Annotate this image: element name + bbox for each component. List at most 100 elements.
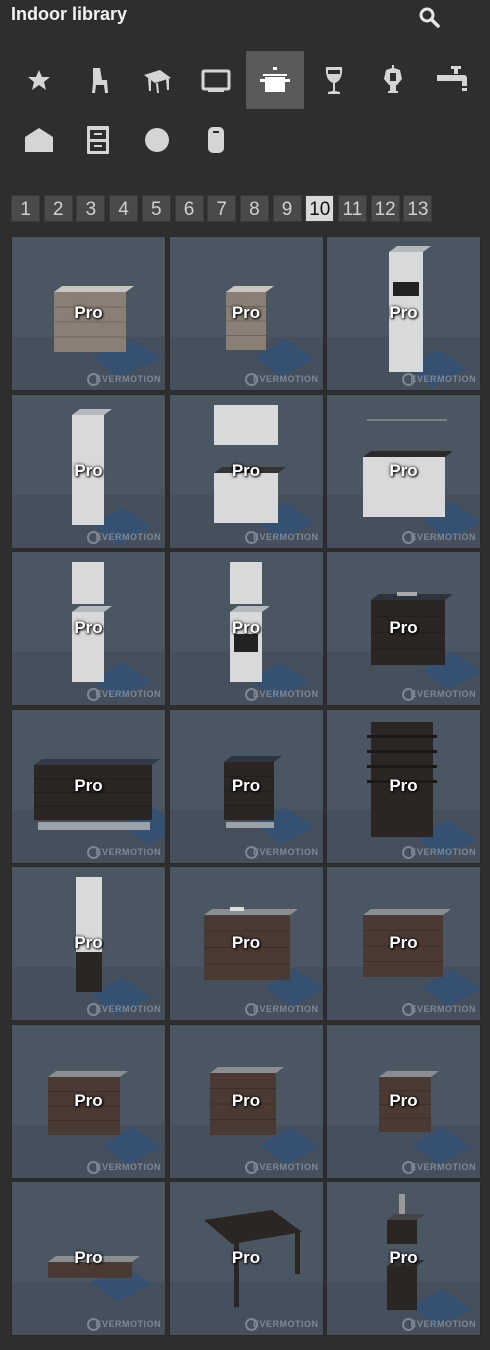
category-house[interactable]: [10, 111, 68, 169]
watermark: EVERMOTION: [410, 531, 476, 542]
page-button-4[interactable]: 4: [109, 195, 139, 222]
watermark: EVERMOTION: [95, 1004, 161, 1014]
watermark: EVERMOTION: [252, 531, 319, 542]
category-chair[interactable]: [69, 51, 127, 109]
pro-badge: Pro: [389, 303, 418, 322]
pro-badge: Pro: [231, 1090, 261, 1110]
pro-badge: Pro: [231, 618, 261, 637]
model-tile[interactable]: Pro EVERMOTION: [326, 551, 481, 706]
pro-badge: Pro: [74, 1248, 103, 1267]
watermark: EVERMOTION: [410, 689, 476, 699]
page-button-9[interactable]: 9: [272, 195, 302, 222]
page-button-1[interactable]: 1: [11, 195, 40, 222]
category-tv[interactable]: [187, 51, 245, 109]
model-tile[interactable]: Pro EVERMOTION: [168, 708, 324, 864]
watermark: EVERMOTION: [410, 1319, 476, 1329]
model-tile[interactable]: Pro EVERMOTION: [168, 866, 324, 1021]
tv-icon: [201, 69, 231, 92]
pro-badge: Pro: [231, 460, 261, 480]
watermark: EVERMOTION: [95, 689, 161, 699]
watermark: EVERMOTION: [95, 531, 161, 542]
watermark: EVERMOTION: [410, 1004, 476, 1014]
model-tile[interactable]: Pro EVERMOTION: [11, 551, 166, 706]
model-tile[interactable]: Pro EVERMOTION: [326, 1023, 481, 1179]
watermark: EVERMOTION: [252, 689, 319, 699]
watermark: EVERMOTION: [252, 1004, 319, 1014]
page-button-7[interactable]: 7: [207, 195, 237, 222]
lamp-icon: [384, 65, 402, 93]
watermark: EVERMOTION: [410, 374, 476, 384]
model-tile[interactable]: Pro EVERMOTION: [168, 1023, 324, 1179]
category-table[interactable]: [128, 51, 186, 109]
model-tile[interactable]: Pro EVERMOTION: [326, 236, 481, 391]
pro-badge: Pro: [231, 775, 261, 795]
model-tile[interactable]: Pro EVERMOTION: [326, 393, 481, 549]
watermark: EVERMOTION: [252, 374, 319, 384]
favorites-icon: [28, 70, 50, 90]
model-tile[interactable]: Pro EVERMOTION: [168, 1181, 324, 1336]
model-tile[interactable]: Pro EVERMOTION: [11, 708, 166, 864]
pro-badge: Pro: [74, 933, 103, 952]
watermark: EVERMOTION: [95, 374, 161, 384]
pro-badge: Pro: [389, 618, 418, 637]
cylinder-icon: [208, 127, 224, 153]
model-tile[interactable]: Pro EVERMOTION: [326, 708, 481, 864]
page-button-12[interactable]: 12: [370, 195, 400, 222]
watermark: EVERMOTION: [95, 1319, 161, 1329]
cabinet-icon: [87, 126, 109, 154]
category-faucet[interactable]: [423, 51, 481, 109]
model-tile[interactable]: Pro EVERMOTION: [168, 236, 324, 391]
watermark: EVERMOTION: [95, 1161, 161, 1172]
category-cabinet[interactable]: [69, 111, 127, 169]
pro-badge: Pro: [389, 460, 418, 480]
model-tile[interactable]: Pro EVERMOTION: [11, 1023, 166, 1179]
pro-badge: Pro: [389, 933, 418, 952]
page-button-3[interactable]: 3: [76, 195, 106, 222]
wine-glass-icon: [325, 67, 343, 94]
category-cooking-pot[interactable]: [246, 51, 304, 109]
watermark: EVERMOTION: [410, 846, 476, 857]
pro-badge: Pro: [231, 303, 261, 322]
page-button-10[interactable]: 10: [305, 195, 335, 222]
category-lamp[interactable]: [364, 51, 422, 109]
page-button-2[interactable]: 2: [43, 195, 73, 222]
faucet-icon: [437, 66, 467, 91]
model-tile[interactable]: Pro EVERMOTION: [168, 393, 324, 549]
model-tile[interactable]: Pro EVERMOTION: [168, 551, 324, 706]
model-tile[interactable]: Pro EVERMOTION: [326, 1181, 481, 1336]
model-tile[interactable]: Pro EVERMOTION: [11, 1181, 166, 1336]
page-button-8[interactable]: 8: [239, 195, 269, 222]
watermark: EVERMOTION: [410, 1161, 476, 1172]
pro-badge: Pro: [74, 460, 103, 480]
table-icon: [144, 70, 171, 93]
page-button-5[interactable]: 5: [141, 195, 171, 222]
pro-badge: Pro: [389, 1248, 418, 1267]
search-icon[interactable]: [418, 6, 442, 28]
pro-badge: Pro: [231, 933, 261, 952]
watermark: EVERMOTION: [252, 1319, 319, 1329]
category-circle[interactable]: [128, 111, 186, 169]
library-title: Indoor library: [11, 4, 128, 24]
pro-badge: Pro: [389, 775, 418, 795]
cooking-pot-icon: [260, 67, 290, 92]
pro-badge: Pro: [231, 1248, 261, 1267]
pro-badge: Pro: [74, 1090, 103, 1110]
watermark: EVERMOTION: [252, 846, 319, 857]
page-button-6[interactable]: 6: [174, 195, 204, 222]
category-wine-glass[interactable]: [305, 51, 363, 109]
circle-icon: [145, 128, 169, 152]
category-cylinder[interactable]: [187, 111, 245, 169]
model-tile[interactable]: Pro EVERMOTION: [11, 866, 166, 1021]
model-tile[interactable]: Pro EVERMOTION: [11, 393, 166, 549]
watermark: EVERMOTION: [95, 846, 161, 857]
model-tile[interactable]: Pro EVERMOTION: [11, 236, 166, 391]
model-tile[interactable]: Pro EVERMOTION: [326, 866, 481, 1021]
watermark: EVERMOTION: [252, 1161, 319, 1172]
page-button-11[interactable]: 11: [338, 195, 367, 222]
category-favorites[interactable]: [10, 51, 68, 109]
chair-icon: [92, 68, 108, 93]
pro-badge: Pro: [74, 303, 103, 322]
page-button-13[interactable]: 13: [403, 195, 433, 222]
house-icon: [25, 128, 53, 152]
pro-badge: Pro: [74, 618, 103, 637]
